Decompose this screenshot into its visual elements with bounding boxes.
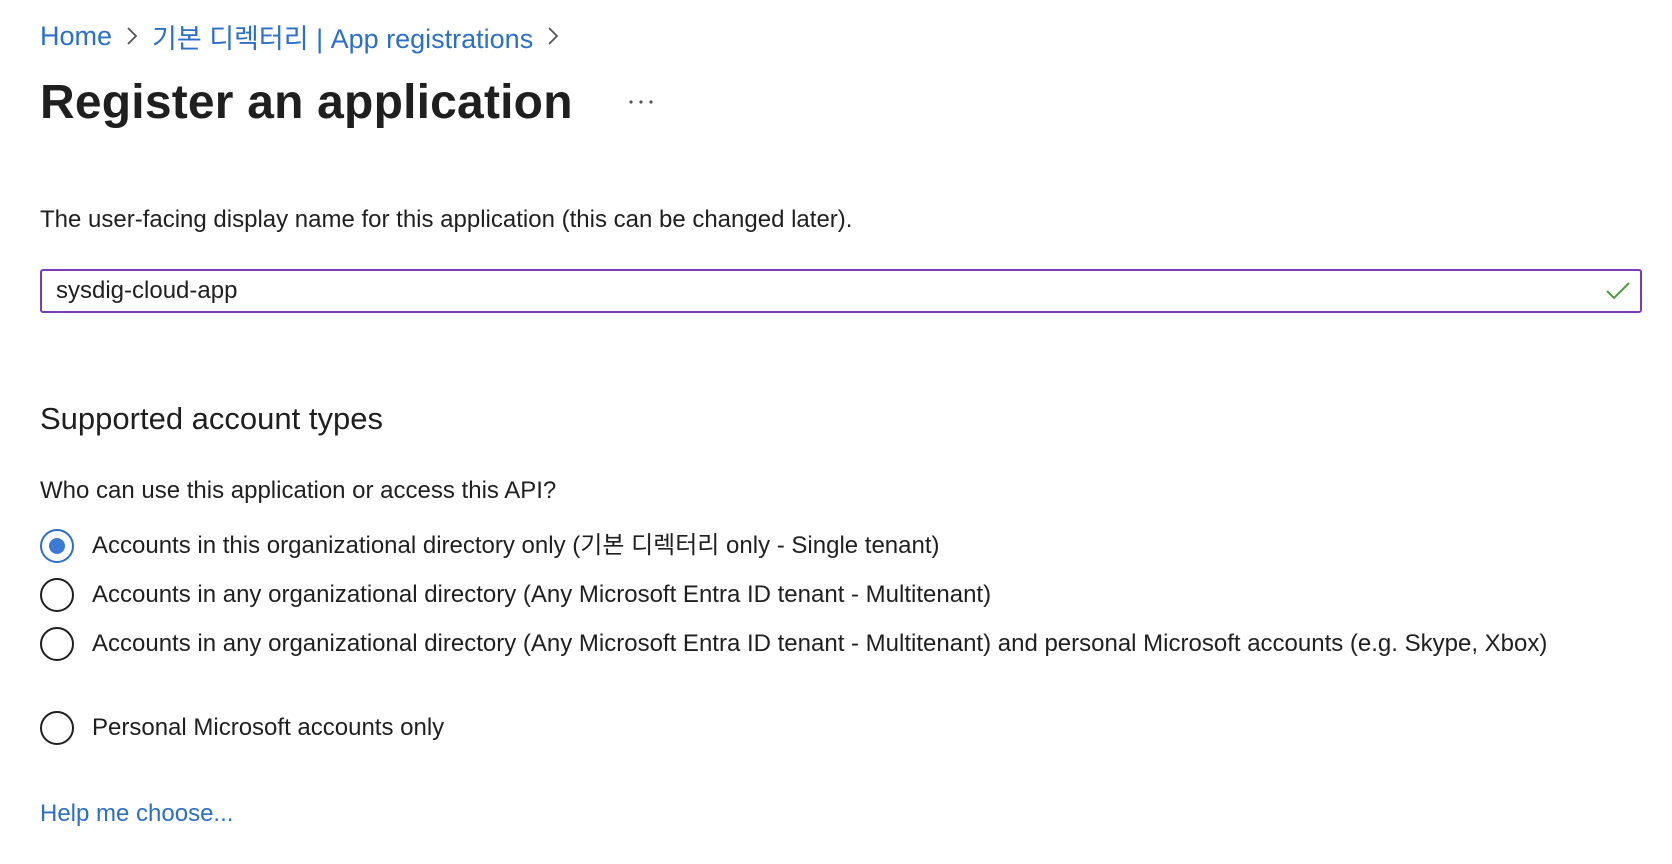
radio-button[interactable] [40,627,74,661]
radio-label: Accounts in any organizational directory… [92,630,1548,657]
chevron-right-icon [126,26,138,46]
radio-button[interactable] [40,711,74,745]
account-types-question: Who can use this application or access t… [40,477,557,504]
breadcrumb-app-registrations-link[interactable]: 기본 디렉터리 | App registrations [152,17,533,56]
radio-option-multitenant-personal[interactable]: Accounts in any organizational directory… [40,626,1612,661]
name-field [40,269,1642,313]
title-row: Register an application [40,70,661,134]
radio-label: Accounts in any organizational directory… [92,581,992,608]
radio-label: Personal Microsoft accounts only [92,714,445,741]
radio-option-single-tenant[interactable]: Accounts in this organizational director… [40,528,1612,563]
radio-label: Accounts in this organizational director… [92,532,940,559]
ellipsis-icon [629,100,653,104]
supported-account-types-heading: Supported account types [40,401,383,436]
radio-option-multitenant[interactable]: Accounts in any organizational directory… [40,577,1612,612]
more-options-button[interactable] [621,82,661,122]
breadcrumb-home-link[interactable]: Home [40,21,112,52]
display-name-input[interactable] [42,271,1596,311]
checkmark-icon [1596,271,1640,311]
page-title: Register an application [40,75,573,129]
radio-button[interactable] [40,578,74,612]
name-description: The user-facing display name for this ap… [40,206,853,233]
radio-dot [49,538,65,554]
radio-option-personal-only[interactable]: Personal Microsoft accounts only [40,710,1612,745]
radio-button-selected[interactable] [40,529,74,563]
chevron-right-icon [547,26,559,46]
help-me-choose-link[interactable]: Help me choose... [40,800,233,828]
breadcrumb: Home 기본 디렉터리 | App registrations [40,16,573,56]
